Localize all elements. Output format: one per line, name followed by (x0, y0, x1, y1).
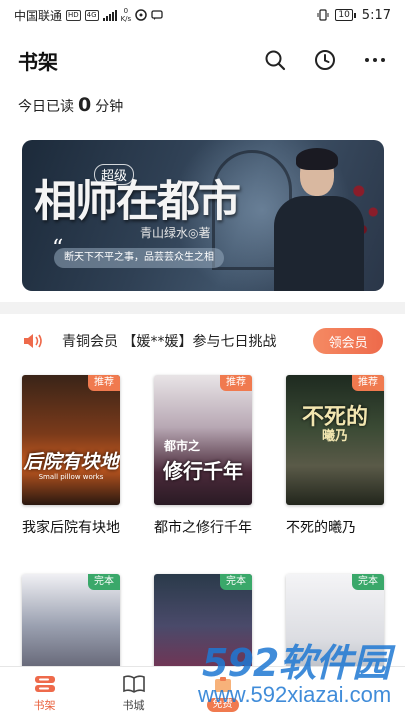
cover-subtitle: 都市之 (164, 439, 201, 453)
speed-value: 0 (123, 7, 129, 15)
header-actions (263, 48, 387, 72)
network-type: 4G (84, 9, 99, 21)
cover-subtitle: Small pillow works (38, 473, 104, 481)
carrier-name: 中国联通 (14, 8, 63, 23)
get-vip-button[interactable]: 领会员 (313, 328, 383, 354)
history-clock-icon[interactable] (313, 48, 337, 72)
reading-unit: 分钟 (95, 99, 124, 115)
banner-figure-body (274, 196, 364, 291)
free-icon (212, 675, 234, 695)
recommend-badge: 推荐 (88, 375, 120, 391)
nav-free[interactable]: 免费 (178, 667, 267, 720)
section-divider (0, 302, 405, 314)
book-title: 不死的曦乃 (286, 520, 356, 536)
book-cover[interactable]: 都市之 修行千年 推荐 (154, 375, 252, 505)
book-title: 都市之修行千年 (154, 520, 252, 536)
nav-label: 免费 (206, 698, 239, 712)
app-notification-icon (135, 9, 147, 21)
reading-minutes: 0 (78, 94, 92, 116)
recommend-badge: 推荐 (352, 375, 384, 391)
top-header: 书架 (0, 40, 405, 80)
status-right: 10 5:17 (317, 8, 391, 23)
book-title: 我家后院有块地 (22, 520, 120, 536)
message-icon (151, 10, 163, 20)
today-reading-time: 今日已读 0 分钟 (18, 94, 123, 116)
book-cover[interactable]: 后院有块地 Small pillow works 推荐 (22, 375, 120, 505)
finished-badge: 完本 (88, 574, 120, 590)
cover-title: 修行千年 (163, 459, 243, 483)
banner-tag: 超级 (94, 164, 135, 185)
status-time: 5:17 (361, 7, 391, 23)
more-icon[interactable] (363, 48, 387, 72)
notice-bar: 青铜会员 【媛**媛】参与七日挑战 领会员 (0, 322, 405, 360)
nav-label: 书城 (122, 699, 145, 712)
nav-label: 书架 (33, 699, 56, 712)
banner-figure-hair (296, 148, 338, 170)
reading-prefix: 今日已读 (18, 99, 74, 115)
cover-subtitle: 曦乃 (321, 429, 348, 444)
book-cover[interactable]: 不死的 曦乃 推荐 (286, 375, 384, 505)
book-item[interactable]: 不死的 曦乃 推荐 不死的曦乃 (286, 375, 384, 537)
book-item[interactable]: 都市之 修行千年 推荐 都市之修行千年 (154, 375, 252, 537)
finished-badge: 完本 (220, 574, 252, 590)
banner-quote: 断天下不平之事，品芸芸众生之相 (54, 248, 224, 268)
page-title: 书架 (18, 49, 58, 74)
bottom-nav: 书架 书城 免费 (0, 666, 405, 720)
search-icon[interactable] (263, 48, 287, 72)
banner-title: 相师在都市 (34, 177, 241, 227)
cover-title: 后院有块地 (23, 451, 119, 473)
status-left: 中国联通 HD 4G 0 K/s (14, 7, 163, 24)
battery-level: 10 (335, 9, 353, 21)
network-speed: 0 K/s (121, 7, 132, 23)
speed-unit: K/s (120, 15, 132, 23)
promo-banner[interactable]: 相师在都市 超级 青山绿水◎著 “ 断天下不平之事，品芸芸众生之相 (22, 140, 384, 291)
hd-badge: HD (66, 9, 81, 21)
recommend-badge: 推荐 (220, 375, 252, 391)
speaker-icon (22, 331, 44, 351)
status-bar: 中国联通 HD 4G 0 K/s 10 5:17 (0, 0, 405, 30)
notice-text[interactable]: 青铜会员 【媛**媛】参与七日挑战 (62, 331, 313, 351)
finished-badge: 完本 (352, 574, 384, 590)
nav-bookstore[interactable]: 书城 (89, 667, 178, 720)
signal-icon (102, 9, 117, 21)
battery-icon: 10 (335, 9, 356, 21)
bookshelf-icon (34, 674, 56, 694)
open-book-icon (122, 674, 145, 694)
book-item[interactable]: 后院有块地 Small pillow works 推荐 我家后院有块地 (22, 375, 120, 537)
banner-author: 青山绿水◎著 (140, 226, 211, 240)
vibrate-icon (317, 9, 329, 21)
nav-bookshelf[interactable]: 书架 (0, 667, 89, 720)
